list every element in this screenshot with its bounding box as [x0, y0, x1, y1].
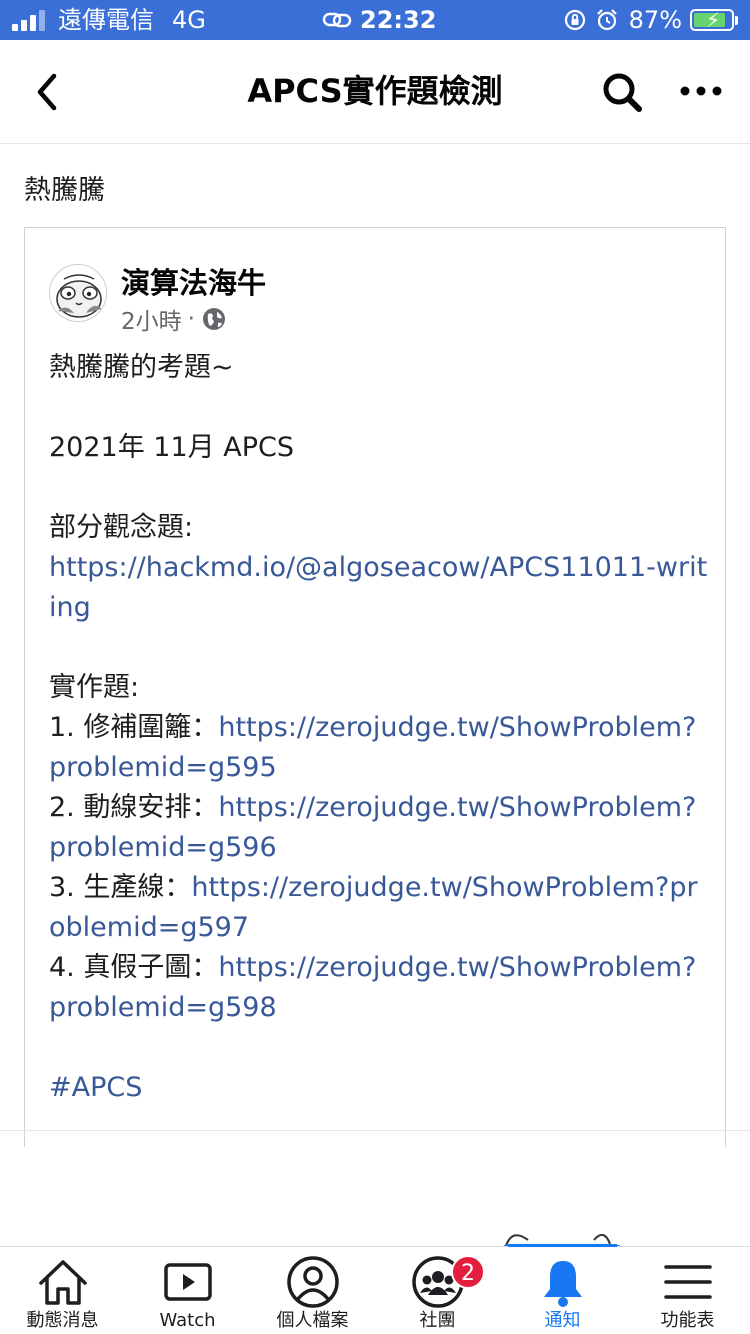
post-line: 1. 修補圍籬：https://zerojudge.tw/ShowProblem…: [49, 708, 709, 788]
carrier-name: 遠傳電信: [58, 6, 154, 34]
shared-post-card[interactable]: 演算法海牛 2小時 · 熱騰騰的考題~ 2021年 11月 APCS 部分觀念題: h…: [24, 227, 726, 1147]
seacow-avatar-icon: [50, 265, 106, 321]
video-icon: [163, 1263, 212, 1301]
header: APCS實作題檢測: [0, 40, 750, 144]
link-icon: [322, 12, 352, 28]
meta-separator: ·: [187, 306, 195, 332]
shared-post-body: 熱騰騰的考題~ 2021年 11月 APCS 部分觀念題: https://hackm…: [49, 348, 709, 1108]
rotation-lock-icon: [564, 9, 585, 31]
post-line-text: 熱騰騰的考題~: [49, 352, 234, 383]
post-line: https://hackmd.io/@algoseacow/APCS11011-…: [49, 548, 709, 628]
tab-label: 通知: [544, 1310, 581, 1331]
tab-label: 個人檔案: [276, 1310, 349, 1331]
post-line-text: 1. 修補圍籬：: [49, 712, 219, 743]
post-line: 4. 真假子圖：https://zerojudge.tw/ShowProblem…: [49, 948, 709, 1028]
tab-notifications[interactable]: 通知: [500, 1244, 625, 1334]
tab-label: 功能表: [660, 1310, 715, 1331]
post-time[interactable]: 2小時: [121, 302, 182, 336]
post-meta: 2小時 ·: [121, 302, 227, 336]
post-line: [49, 628, 709, 668]
bell-icon: [543, 1261, 582, 1307]
post-line: 部分觀念題:: [49, 508, 709, 548]
status-center: 22:32: [322, 6, 436, 34]
battery-percent: 87%: [628, 6, 682, 34]
tab-profile[interactable]: 個人檔案: [250, 1247, 375, 1334]
hashtag-link[interactable]: #APCS: [49, 1072, 142, 1103]
notification-badge: 2: [451, 1255, 485, 1289]
post-link[interactable]: https://hackmd.io/@algoseacow/APCS11011-…: [49, 552, 707, 623]
active-tab-indicator: [508, 1244, 617, 1247]
post-line: 3. 生產線：https://zerojudge.tw/ShowProblem?…: [49, 868, 709, 948]
more-horizontal-icon: [680, 86, 722, 96]
post-line-text: 實作題:: [49, 672, 140, 703]
post-line: [49, 468, 709, 508]
more-options-button[interactable]: [676, 76, 726, 106]
author-avatar[interactable]: [49, 264, 107, 322]
menu-icon: [663, 1265, 712, 1299]
status-left: 遠傳電信 4G: [12, 6, 206, 34]
post-line-text: 4. 真假子圖：: [49, 952, 219, 983]
tab-watch[interactable]: Watch: [125, 1247, 250, 1334]
battery-icon: ⚡: [690, 8, 734, 32]
post-line-text: 3. 生產線：: [49, 872, 192, 903]
bottom-tab-bar: 動態消息 Watch 個人檔案 社團 2 通知 功能表: [0, 1244, 750, 1334]
signal-strength-icon: [12, 9, 48, 31]
post-line-text: 部分觀念題:: [49, 512, 194, 543]
post-line: 實作題:: [49, 668, 709, 708]
section-divider: [0, 1130, 750, 1131]
tab-label: 社團: [419, 1310, 456, 1331]
network-type: 4G: [172, 6, 206, 34]
post-line-text: 2021年 11月 APCS: [49, 432, 294, 463]
search-button[interactable]: [600, 70, 644, 114]
author-name[interactable]: 演算法海牛: [121, 260, 266, 302]
tab-groups[interactable]: 社團 2: [375, 1247, 500, 1334]
home-icon: [38, 1260, 87, 1305]
search-icon: [603, 73, 642, 112]
globe-icon: [202, 308, 225, 330]
battery-tip: [735, 15, 738, 25]
alarm-icon: [596, 9, 617, 31]
status-right: 87% ⚡: [563, 6, 738, 34]
post-line: 熱騰騰的考題~: [49, 348, 709, 388]
tab-news-feed[interactable]: 動態消息: [0, 1247, 125, 1334]
post-line: #APCS: [49, 1068, 709, 1108]
charging-bolt-icon: ⚡: [706, 8, 721, 32]
post-text: 熱騰騰: [24, 175, 105, 206]
tab-label: 動態消息: [26, 1310, 99, 1331]
clock-time: 22:32: [360, 6, 437, 34]
post-line-text: 2. 動線安排：: [49, 792, 219, 823]
profile-icon: [286, 1256, 339, 1308]
post-line: [49, 388, 709, 428]
post-line: [49, 1028, 709, 1068]
status-bar: 遠傳電信 4G 22:32 87% ⚡: [0, 0, 750, 40]
tab-label: Watch: [159, 1310, 216, 1331]
post-line: 2. 動線安排：https://zerojudge.tw/ShowProblem…: [49, 788, 709, 868]
post-line: 2021年 11月 APCS: [49, 428, 709, 468]
tab-menu[interactable]: 功能表: [625, 1247, 750, 1334]
